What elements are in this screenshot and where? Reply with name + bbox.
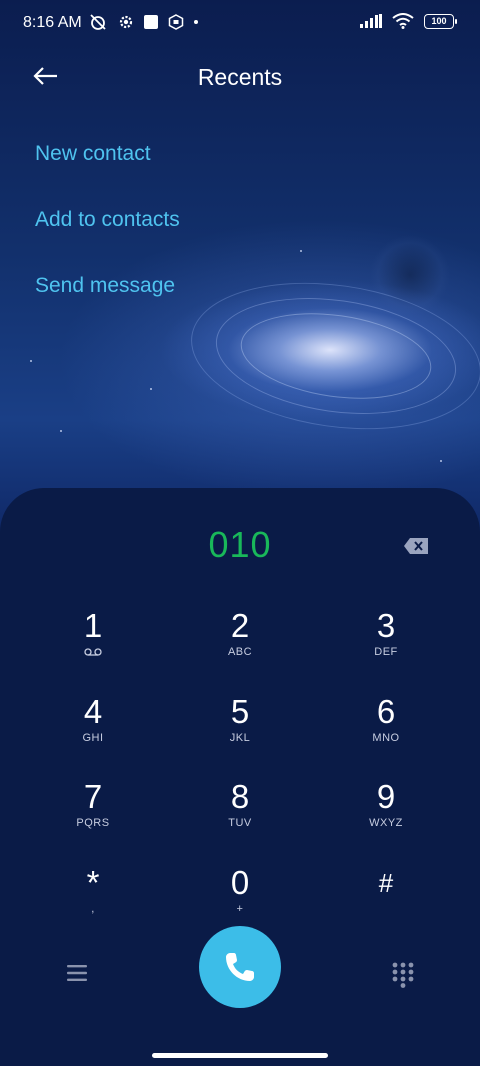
dial-key-7[interactable]: 7 PQRS [38,779,148,849]
add-to-contacts-link[interactable]: Add to contacts [35,208,180,232]
dial-key-hash[interactable]: # [331,865,441,935]
key-letters: MNO [372,732,400,744]
system-status-icons: 100 [360,13,457,29]
dial-key-0[interactable]: 0 + [185,865,295,935]
dial-key-4[interactable]: 4 GHI [38,694,148,764]
key-letters: , [91,903,95,915]
dial-key-6[interactable]: 6 MNO [331,694,441,764]
key-digit: # [378,868,394,898]
alarm-off-icon [90,14,106,30]
star [150,388,152,390]
status-time: 8:16 AM [23,14,82,31]
notification-icons [88,13,198,31]
dial-key-5[interactable]: 5 JKL [185,694,295,764]
phone-icon [226,953,254,981]
key-letters: + [236,903,244,915]
key-letters: WXYZ [369,817,403,829]
dial-key-9[interactable]: 9 WXYZ [331,779,441,849]
key-digit: 4 [83,693,103,730]
key-digit: 6 [376,693,396,730]
key-digit: 5 [230,693,250,730]
status-bar: 8:16 AM 100 [0,0,480,48]
dialpad-icon[interactable] [392,962,414,988]
dial-key-2[interactable]: 2 ABC [185,608,295,678]
key-letters: DEF [374,646,398,658]
notification-square-icon [144,15,158,29]
key-letters: ABC [227,646,253,658]
home-indicator[interactable] [152,1053,328,1058]
key-digit: 9 [376,778,396,815]
key-letters: JKL [229,732,251,744]
key-digit: 7 [83,778,103,815]
key-letters: PQRS [76,817,110,829]
key-digit: 3 [376,607,396,644]
settings-gear-icon [119,15,133,29]
phone-screen: 8:16 AM 100 Recents New contact Add to c… [0,0,480,1066]
new-contact-link[interactable]: New contact [35,142,151,166]
star [300,250,302,252]
signal-icon [360,14,382,28]
dialer-panel: 010 1 2 ABC 3 DEF 4 GHI 5 JKL 6 MNO 7 PQ… [0,488,480,1066]
star [30,360,32,362]
battery-icon: 100 [424,13,457,29]
wifi-icon [392,13,414,29]
star [440,460,442,462]
menu-icon[interactable] [66,964,88,982]
more-notifications-dot-icon [194,20,198,24]
key-digit: * [86,864,100,901]
key-digit: 8 [230,778,250,815]
call-button[interactable] [199,926,281,1008]
key-letters: TUV [228,817,252,829]
dial-key-8[interactable]: 8 TUV [185,779,295,849]
dial-key-1[interactable]: 1 [38,608,148,678]
key-digit: 1 [83,607,103,644]
voicemail-icon [84,648,102,656]
page-title: Recents [197,64,283,90]
send-message-link[interactable]: Send message [35,274,175,298]
star [60,430,62,432]
key-digit: 0 [230,864,250,901]
backspace-icon[interactable] [403,537,429,555]
dial-key-3[interactable]: 3 DEF [331,608,441,678]
dial-key-star[interactable]: * , [38,865,148,935]
key-letters: GHI [82,732,104,744]
key-digit: 2 [230,607,250,644]
app-notification-icon [168,14,184,30]
